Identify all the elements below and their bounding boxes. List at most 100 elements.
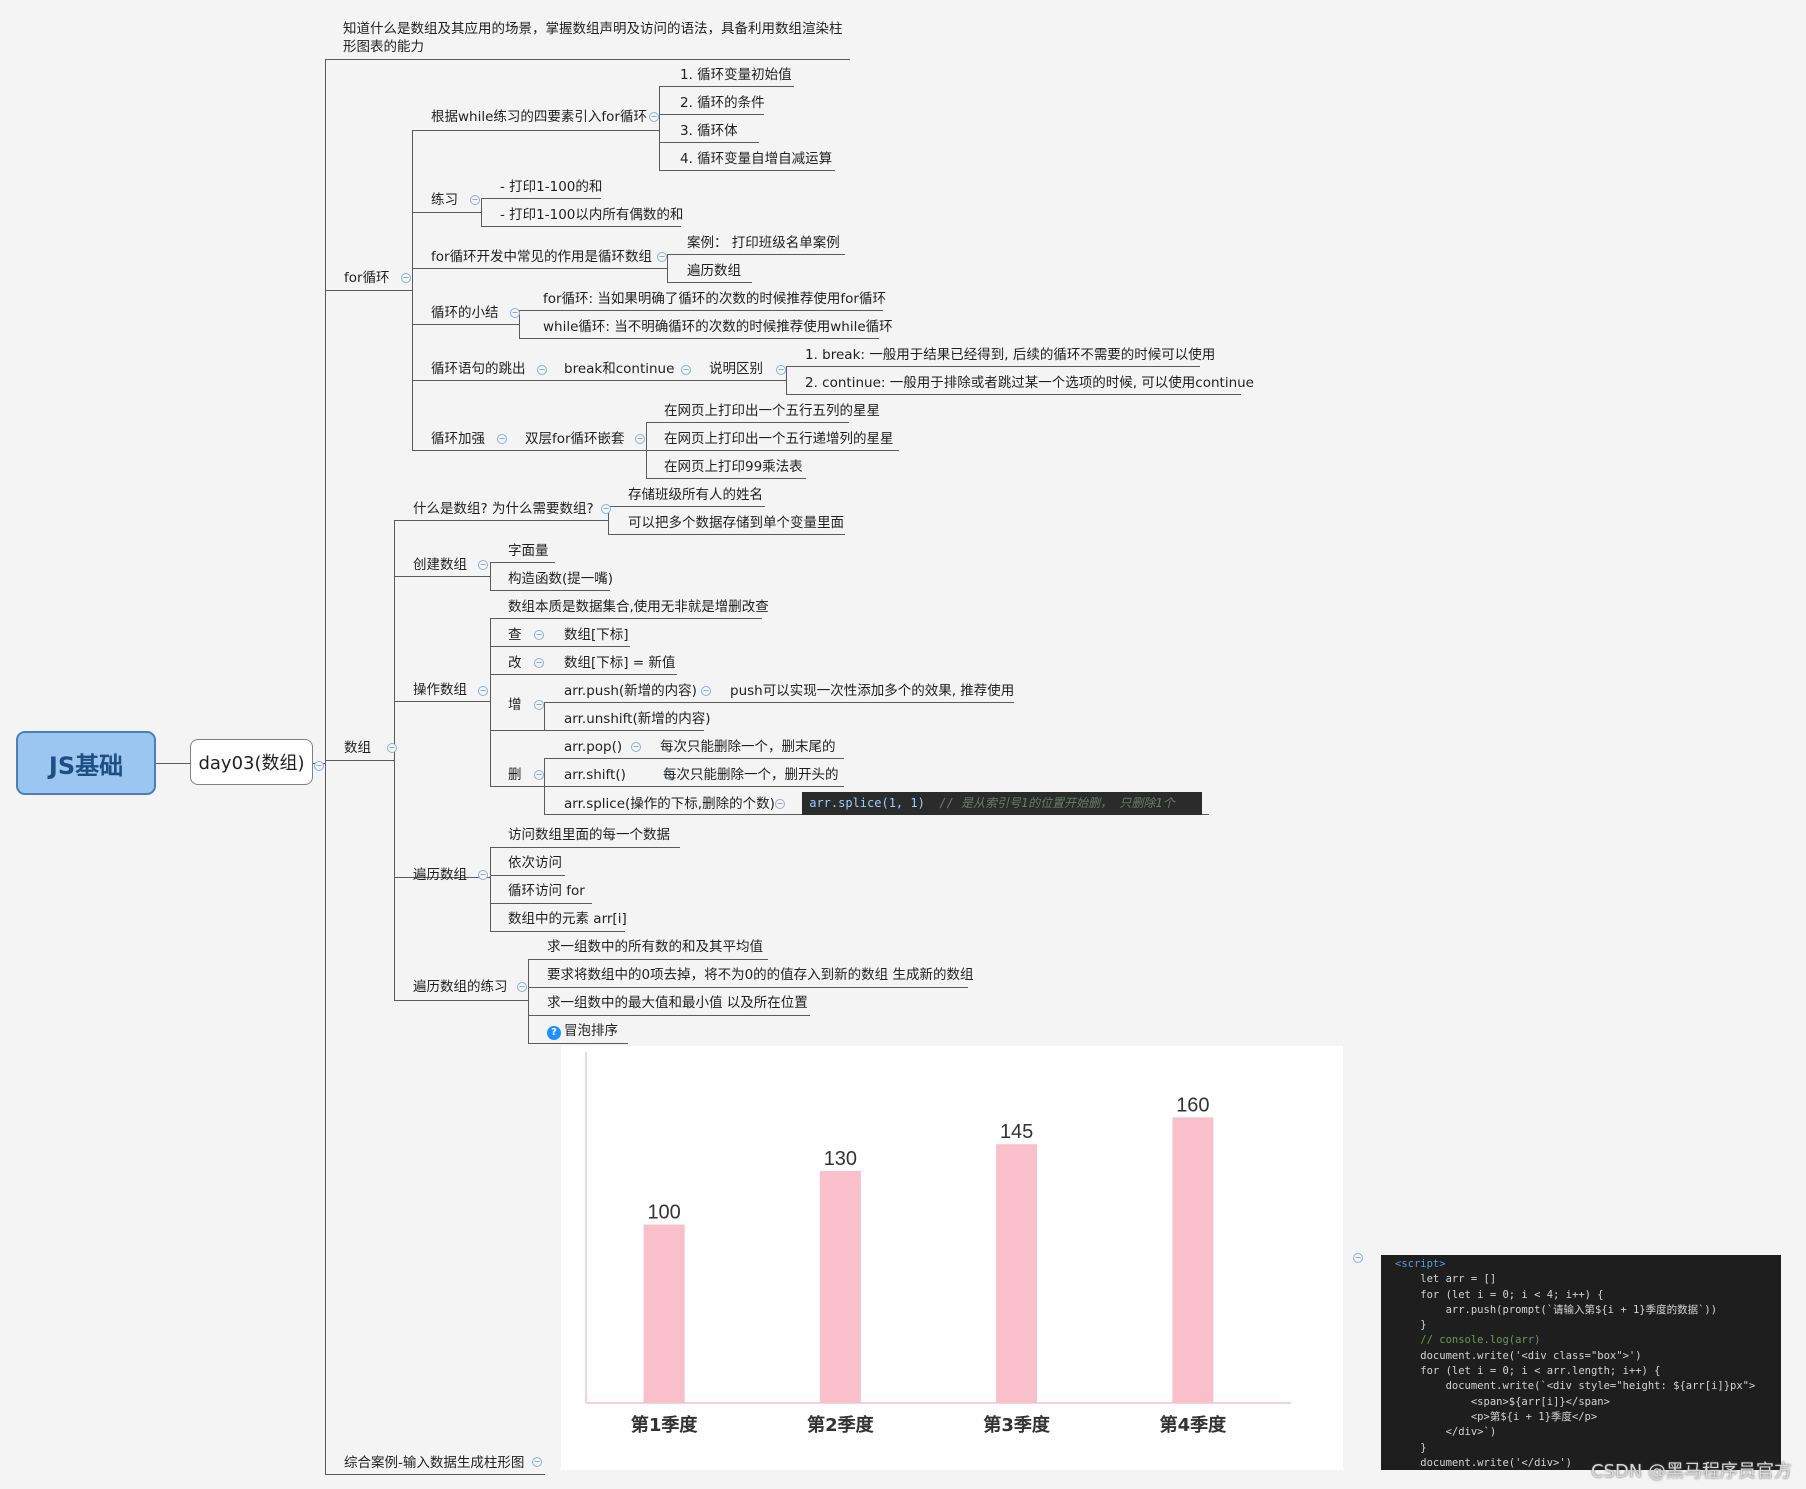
x-tick-label: 第4季度 bbox=[1160, 1414, 1228, 1436]
enhance-item[interactable]: 在网页上打印99乘法表 bbox=[664, 458, 803, 476]
what-item[interactable]: 可以把多个数据存储到单个变量里面 bbox=[628, 514, 844, 532]
collapse-toggle[interactable]: − bbox=[649, 112, 659, 122]
exercise-item[interactable]: 求一组数中的所有数的和及其平均值 bbox=[547, 938, 763, 956]
query-node[interactable]: 查 bbox=[508, 626, 522, 644]
traverse-array-item[interactable]: 数组中的元素 arr[i] bbox=[508, 910, 627, 928]
question-icon: ? bbox=[547, 1026, 561, 1040]
summary-item[interactable]: for循环: 当如果明确了循环的次数的时候推荐使用for循环 bbox=[543, 290, 886, 308]
x-tick-label: 第2季度 bbox=[807, 1414, 875, 1436]
collapse-toggle[interactable]: − bbox=[776, 365, 786, 375]
unshift-node[interactable]: arr.unshift(新增的内容) bbox=[564, 710, 710, 728]
code-line: <p>第${i + 1}季度</p> bbox=[1395, 1410, 1598, 1423]
intro-item[interactable]: 2. 循环的条件 bbox=[680, 94, 765, 112]
x-tick-label: 第3季度 bbox=[983, 1414, 1051, 1436]
collapse-toggle[interactable]: − bbox=[681, 365, 691, 375]
remove-node[interactable]: 删 bbox=[508, 766, 522, 784]
query-item[interactable]: 数组[下标] bbox=[564, 626, 629, 644]
traverse-array-item[interactable]: 访问数组里面的每一个数据 bbox=[508, 826, 670, 844]
intro-item[interactable]: 1. 循环变量初始值 bbox=[680, 66, 792, 84]
case-study-node[interactable]: 综合案例-输入数据生成柱形图 bbox=[344, 1454, 524, 1472]
traverse-array-item[interactable]: 依次访问 bbox=[508, 854, 562, 872]
collapse-toggle[interactable]: − bbox=[657, 252, 667, 262]
practice-node[interactable]: 练习 bbox=[431, 191, 458, 209]
enhance-item[interactable]: 在网页上打印出一个五行五列的星星 bbox=[664, 402, 880, 420]
intro-item[interactable]: 3. 循环体 bbox=[680, 122, 738, 140]
practice-item[interactable]: - 打印1-100的和 bbox=[500, 178, 602, 196]
nested-loop-node[interactable]: 双层for循环嵌套 bbox=[525, 430, 625, 448]
enhance-item[interactable]: 在网页上打印出一个五行递增列的星星 bbox=[664, 430, 894, 448]
explain-node[interactable]: 说明区别 bbox=[709, 360, 763, 378]
collapse-toggle[interactable]: − bbox=[478, 560, 488, 570]
bar bbox=[819, 1170, 861, 1403]
traverse-node[interactable]: for循环开发中常见的作用是循环数组 bbox=[431, 248, 652, 266]
push-note[interactable]: push可以实现一次性添加多个的效果, 推荐使用 bbox=[730, 682, 1014, 700]
traverse-item[interactable]: 案例： 打印班级名单案例 bbox=[687, 234, 840, 252]
data-label: 145 bbox=[1000, 1121, 1033, 1143]
summary-node[interactable]: 循环的小结 bbox=[431, 304, 499, 322]
collapse-toggle[interactable]: − bbox=[1353, 1253, 1363, 1263]
root-node[interactable]: JS基础 bbox=[16, 731, 156, 795]
collapse-toggle[interactable]: − bbox=[510, 308, 520, 318]
summary-item[interactable]: while循环: 当不明确循环的次数的时候推荐使用while循环 bbox=[543, 318, 893, 336]
collapse-toggle[interactable]: − bbox=[401, 273, 411, 283]
shift-note[interactable]: 每次只能删除一个，删开头的 bbox=[663, 766, 839, 784]
collapse-toggle[interactable]: − bbox=[532, 1457, 542, 1467]
operate-array-node[interactable]: 操作数组 bbox=[413, 681, 467, 699]
jump-item[interactable]: 1. break: 一般用于结果已经得到, 后续的循环不需要的时候可以使用 bbox=[805, 346, 1215, 364]
collapse-toggle[interactable]: − bbox=[478, 870, 488, 880]
collapse-toggle[interactable]: − bbox=[534, 770, 544, 780]
collapse-toggle[interactable]: − bbox=[631, 742, 641, 752]
modify-node[interactable]: 改 bbox=[508, 654, 522, 672]
goal-node[interactable]: 知道什么是数组及其应用的场景，掌握数组声明及访问的语法，具备利用数组渲染柱形图表… bbox=[343, 20, 843, 56]
collapse-toggle[interactable]: − bbox=[314, 761, 324, 771]
collapse-toggle[interactable]: − bbox=[635, 434, 645, 444]
collapse-toggle[interactable]: − bbox=[601, 504, 611, 514]
jump-node[interactable]: 循环语句的跳出 bbox=[431, 360, 526, 378]
traverse-array-item[interactable]: 循环访问 for bbox=[508, 882, 585, 900]
shift-node[interactable]: arr.shift() bbox=[564, 766, 626, 784]
what-item[interactable]: 存储班级所有人的姓名 bbox=[628, 486, 763, 504]
exercise-item[interactable]: 求一组数中的最大值和最小值 以及所在位置 bbox=[547, 994, 808, 1012]
intro-item[interactable]: 4. 循环变量自增自减运算 bbox=[680, 150, 832, 168]
create-array-node[interactable]: 创建数组 bbox=[413, 556, 467, 574]
bar-chart: 100 第1季度 130 第2季度 145 第3季度 160 第4季度 bbox=[561, 1046, 1343, 1470]
create-item[interactable]: 字面量 bbox=[508, 542, 549, 560]
splice-node[interactable]: arr.splice(操作的下标,删除的个数) bbox=[564, 795, 775, 813]
collapse-toggle[interactable]: − bbox=[517, 982, 527, 992]
practice-item[interactable]: - 打印1-100以内所有偶数的和 bbox=[500, 206, 683, 224]
what-array-node[interactable]: 什么是数组? 为什么需要数组? bbox=[413, 500, 594, 518]
collapse-toggle[interactable]: − bbox=[534, 630, 544, 640]
collapse-toggle[interactable]: − bbox=[534, 700, 544, 710]
jump-item[interactable]: 2. continue: 一般用于排除或者跳过某一个选项的时候, 可以使用con… bbox=[805, 374, 1254, 392]
x-tick-label: 第1季度 bbox=[631, 1414, 699, 1436]
code-line: } bbox=[1395, 1441, 1427, 1454]
collapse-toggle[interactable]: − bbox=[478, 686, 488, 696]
traverse-array-node[interactable]: 遍历数组 bbox=[413, 866, 467, 884]
exercise-item[interactable]: 要求将数组中的0项去掉，将不为0的的值存入到新的数组 生成新的数组 bbox=[547, 966, 973, 984]
create-item[interactable]: 构造函数(提一嘴) bbox=[508, 570, 613, 588]
modify-item[interactable]: 数组[下标] = 新值 bbox=[564, 654, 675, 672]
collapse-toggle[interactable]: − bbox=[387, 743, 397, 753]
bar bbox=[1172, 1117, 1214, 1403]
collapse-toggle[interactable]: − bbox=[537, 365, 547, 375]
code-line: document.write(`<div style="height: ${ar… bbox=[1395, 1380, 1756, 1393]
collapse-toggle[interactable]: − bbox=[701, 686, 711, 696]
push-node[interactable]: arr.push(新增的内容) bbox=[564, 682, 697, 700]
traverse-item[interactable]: 遍历数组 bbox=[687, 262, 741, 280]
break-continue-node[interactable]: break和continue bbox=[564, 360, 674, 378]
collapse-toggle[interactable]: − bbox=[775, 799, 785, 809]
essence-node[interactable]: 数组本质是数据集合,使用无非就是增删改查 bbox=[508, 598, 769, 616]
for-intro-node[interactable]: 根据while练习的四要素引入for循环 bbox=[431, 108, 647, 126]
collapse-toggle[interactable]: − bbox=[534, 658, 544, 668]
collapse-toggle[interactable]: − bbox=[497, 434, 507, 444]
exercise-node[interactable]: 遍历数组的练习 bbox=[413, 978, 508, 996]
add-node[interactable]: 增 bbox=[508, 696, 522, 714]
array-node[interactable]: 数组 bbox=[344, 739, 371, 757]
enhance-node[interactable]: 循环加强 bbox=[431, 430, 485, 448]
pop-note[interactable]: 每次只能删除一个，删末尾的 bbox=[660, 738, 836, 756]
pop-node[interactable]: arr.pop() bbox=[564, 738, 622, 756]
exercise-item-bubble-sort[interactable]: ? 冒泡排序 bbox=[547, 1022, 618, 1040]
day-node[interactable]: day03(数组) bbox=[190, 739, 313, 785]
for-loop-node[interactable]: for循环 bbox=[344, 269, 390, 287]
collapse-toggle[interactable]: − bbox=[470, 195, 480, 205]
